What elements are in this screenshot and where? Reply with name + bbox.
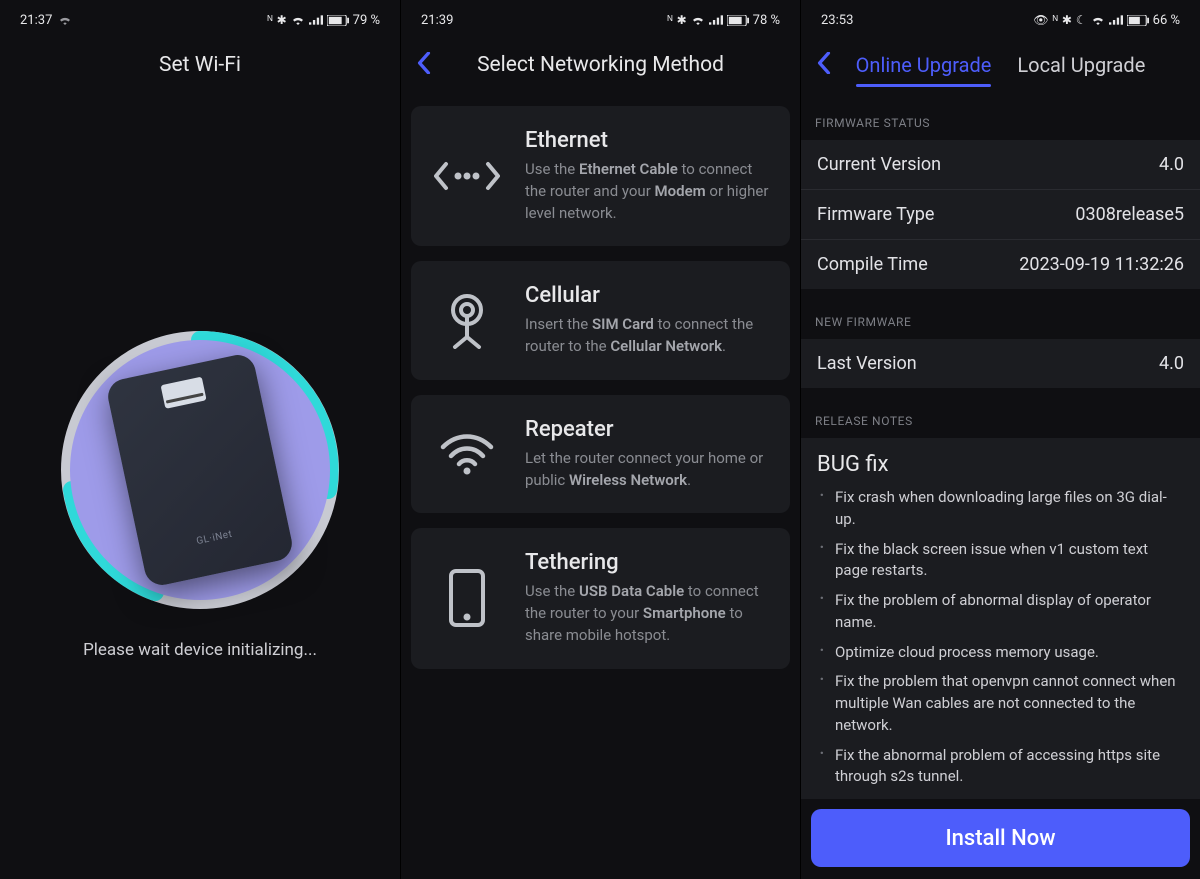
nfc-icon: ᴺ: [1053, 14, 1058, 26]
release-title: BUG fix: [817, 452, 1184, 477]
method-description: Insert the SIM Card to connect the route…: [525, 314, 770, 358]
info-row: Last Version 4.0: [801, 339, 1200, 388]
signal-icon: [1109, 15, 1123, 25]
method-title: Ethernet: [525, 128, 770, 153]
battery-icon: [727, 15, 749, 26]
method-card-cellular[interactable]: Cellular Insert the SIM Card to connect t…: [411, 261, 790, 380]
status-time: 21:39: [421, 13, 453, 28]
screen-upgrade: 23:53 👁 ᴺ ✱ ☾ 66 % Online Upgrade Local …: [800, 0, 1200, 879]
status-bar: 21:39 ᴺ ✱ 78 %: [401, 0, 800, 40]
tab-online-upgrade[interactable]: Online Upgrade: [856, 53, 992, 77]
release-item: Fix the problem that openvpn cannot conn…: [835, 671, 1184, 736]
method-title: Tethering: [525, 550, 770, 575]
bluetooth-icon: ✱: [1062, 14, 1072, 26]
bluetooth-icon: ✱: [677, 14, 687, 26]
back-button[interactable]: [417, 52, 431, 78]
info-value: 4.0: [1159, 353, 1184, 374]
screen-set-wifi: 21:37 ᴺ ✱ 79 % Set Wi-Fi: [0, 0, 400, 879]
device-loading-ring: GL·iNet: [60, 330, 340, 610]
method-description: Let the router connect your home or publ…: [525, 448, 770, 492]
page-title: Set Wi-Fi: [159, 53, 241, 77]
wifi-small-icon: [58, 15, 72, 25]
wifi-icon-small: [291, 15, 305, 25]
eye-icon: 👁: [1033, 14, 1048, 26]
install-now-label: Install Now: [945, 826, 1055, 851]
status-time: 21:37: [20, 13, 52, 28]
wifi-icon-small: [1091, 15, 1105, 25]
signal-icon: [309, 15, 323, 25]
method-title: Repeater: [525, 417, 770, 442]
page-title: Select Networking Method: [477, 53, 724, 77]
section-new-firmware: NEW FIRMWARE: [801, 289, 1200, 339]
info-key: Firmware Type: [817, 204, 934, 225]
method-title: Cellular: [525, 283, 770, 308]
nfc-icon: ᴺ: [667, 14, 672, 26]
scroll-content[interactable]: FIRMWARE STATUS Current Version 4.0 Firmwa…: [801, 90, 1200, 799]
initializing-message: Please wait device initializing...: [83, 640, 317, 660]
info-row: Firmware Type 0308release5: [801, 189, 1200, 239]
status-battery: 78 %: [753, 13, 780, 28]
tabs-row: Online Upgrade Local Upgrade: [801, 40, 1200, 90]
status-battery: 79 %: [353, 13, 380, 28]
device-brand-label: GL·iNet: [195, 529, 233, 547]
info-value: 2023-09-19 11:32:26: [1019, 254, 1184, 275]
method-card-tethering[interactable]: Tethering Use the USB Data Cable to conne…: [411, 528, 790, 668]
method-card-repeater[interactable]: Repeater Let the router connect your home…: [411, 395, 790, 514]
release-notes-card: BUG fix Fix crash when downloading large…: [801, 438, 1200, 799]
info-value: 4.0: [1159, 154, 1184, 175]
back-button[interactable]: [817, 52, 831, 78]
status-bar: 23:53 👁 ᴺ ✱ ☾ 66 %: [801, 0, 1200, 40]
install-now-button[interactable]: Install Now: [811, 809, 1190, 867]
release-item: Fix the black screen issue when v1 custo…: [835, 539, 1184, 583]
phone-icon: [431, 568, 503, 628]
release-item: Fix the abnormal problem of accessing ht…: [835, 745, 1184, 789]
title-row: Set Wi-Fi: [0, 40, 400, 90]
info-key: Last Version: [817, 353, 917, 374]
section-firmware-status: FIRMWARE STATUS: [801, 90, 1200, 140]
battery-icon: [1127, 15, 1149, 26]
info-row: Current Version 4.0: [801, 140, 1200, 189]
release-item: Fix crash when downloading large files o…: [835, 487, 1184, 531]
info-key: Current Version: [817, 154, 941, 175]
bluetooth-icon: ✱: [277, 14, 287, 26]
method-description: Use the USB Data Cable to connect the ro…: [525, 581, 770, 646]
moon-icon: ☾: [1076, 14, 1087, 26]
title-row: Select Networking Method: [401, 40, 800, 90]
cellular-icon: [431, 293, 503, 349]
status-time: 23:53: [821, 13, 853, 28]
nfc-icon: ᴺ: [267, 14, 272, 26]
info-row: Compile Time 2023-09-19 11:32:26: [801, 239, 1200, 289]
ethernet-icon: [431, 156, 503, 196]
method-description: Use the Ethernet Cable to connect the ro…: [525, 159, 770, 224]
release-item: Fix the problem of abnormal display of o…: [835, 590, 1184, 634]
screen-networking-method: 21:39 ᴺ ✱ 78 % Select Networking Method …: [400, 0, 800, 879]
battery-icon: [327, 15, 349, 26]
release-item: Fix the problem that lower-level devices…: [835, 796, 1184, 799]
info-value: 0308release5: [1075, 204, 1184, 225]
wifi-icon: [431, 433, 503, 475]
tab-local-upgrade[interactable]: Local Upgrade: [1017, 53, 1145, 77]
wifi-icon-small: [691, 15, 705, 25]
status-battery: 66 %: [1153, 13, 1180, 28]
info-key: Compile Time: [817, 254, 928, 275]
section-release-notes: RELEASE NOTES: [801, 388, 1200, 438]
method-card-ethernet[interactable]: Ethernet Use the Ethernet Cable to connec…: [411, 106, 790, 246]
status-bar: 21:37 ᴺ ✱ 79 %: [0, 0, 400, 40]
release-item: Optimize cloud process memory usage.: [835, 642, 1184, 664]
signal-icon: [709, 15, 723, 25]
